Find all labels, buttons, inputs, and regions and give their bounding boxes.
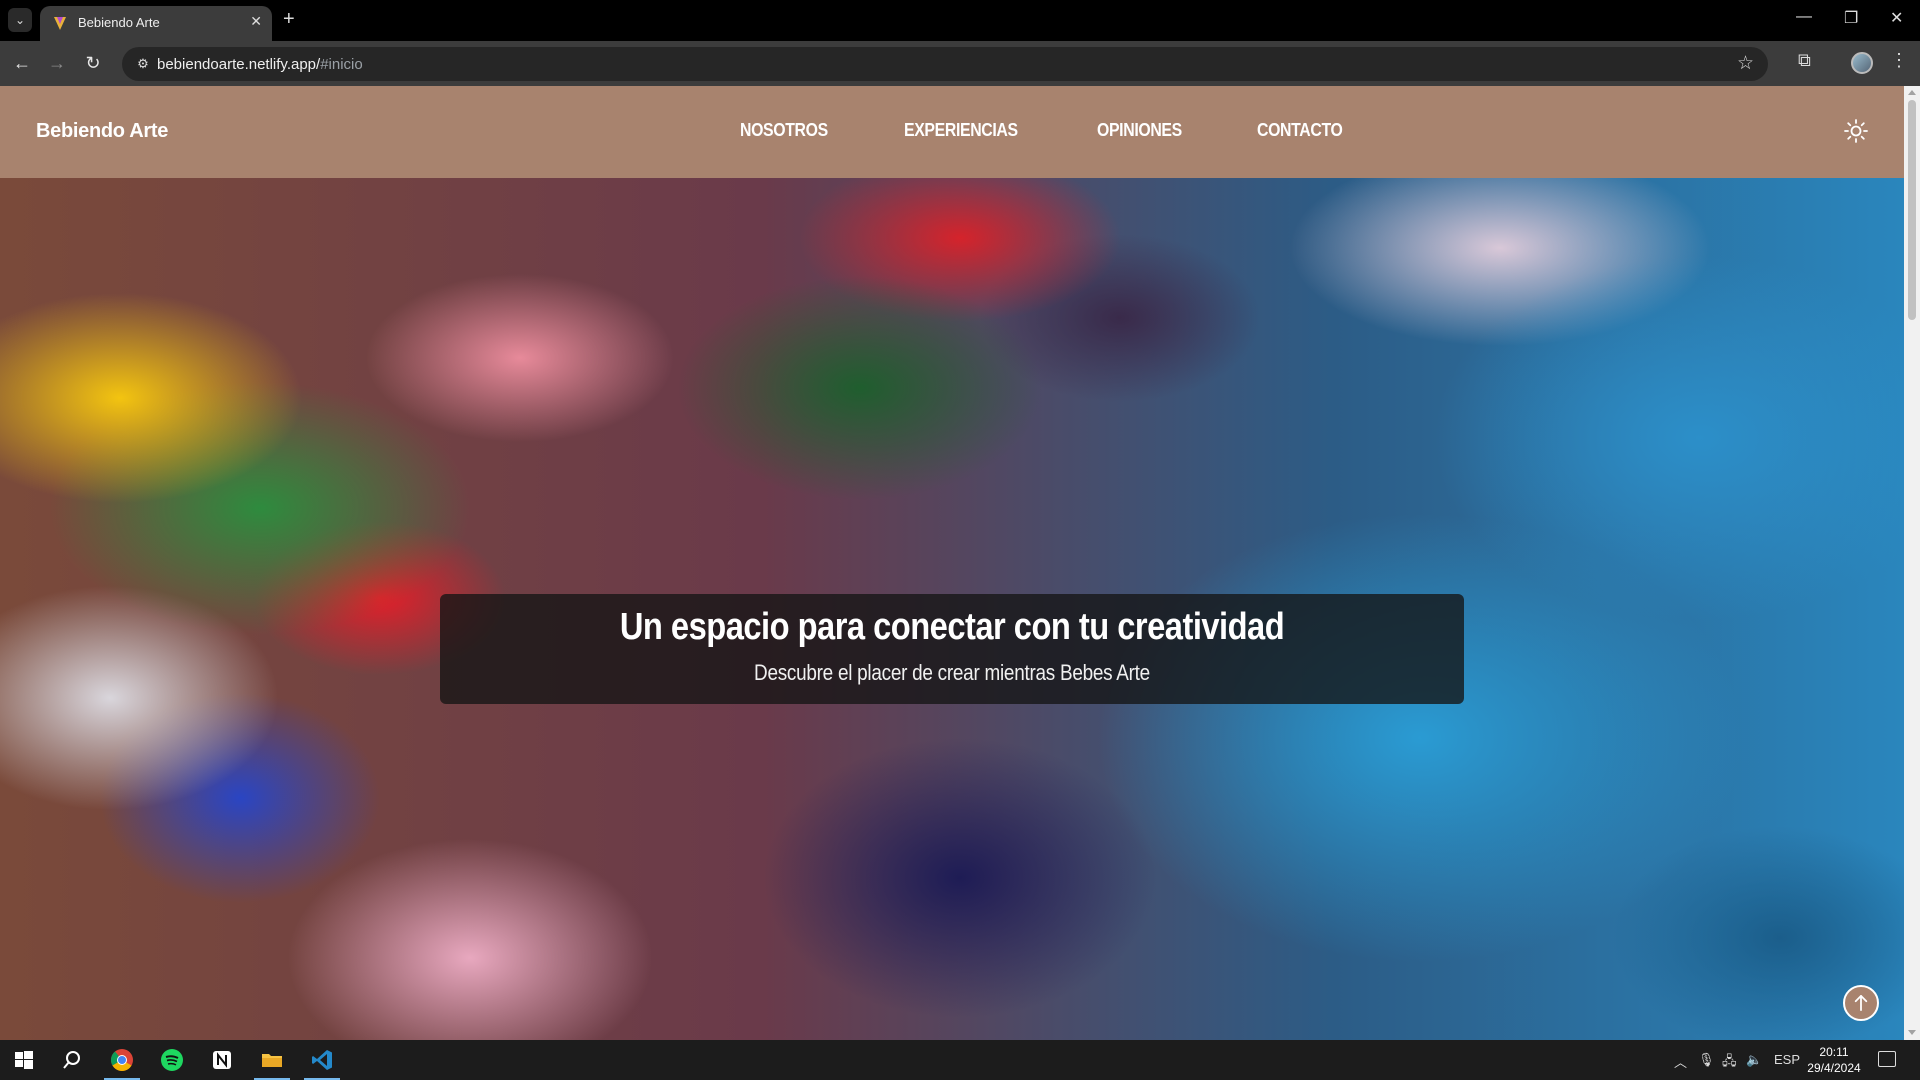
site-info-icon[interactable]: ⚙ [134,55,152,73]
start-button[interactable] [0,1040,48,1080]
url-host: bebiendoarte.netlify.app/ [157,56,321,73]
taskbar-spotify[interactable] [148,1040,196,1080]
site-favicon-icon [54,17,66,30]
hero-section: Un espacio para conectar con tu creativi… [0,178,1904,1040]
bookmark-star-icon[interactable]: ☆ [1737,52,1754,75]
theme-toggle-sun-icon[interactable] [1843,118,1869,144]
url-fragment: #inicio [320,56,363,73]
tab-title: Bebiendo Arte [78,15,160,30]
nav-contacto[interactable]: CONTACTO [1257,120,1343,141]
taskbar-clock[interactable]: 20:11 29/4/2024 [1804,1044,1864,1076]
volume-icon[interactable]: 🔈 [1746,1052,1762,1068]
page-scrollbar[interactable] [1904,86,1920,1040]
address-bar[interactable]: ⚙ bebiendoarte.netlify.app/#inicio ☆ [122,47,1768,81]
show-hidden-icons-chevron-icon[interactable]: ︿ [1674,1052,1687,1071]
forward-button[interactable]: → [45,51,69,75]
taskbar-chrome[interactable] [98,1040,146,1080]
new-tab-button[interactable]: + [283,8,295,30]
network-icon[interactable]: 🖧 [1722,1052,1737,1074]
language-indicator[interactable]: ESP [1774,1052,1800,1067]
back-to-top-arrow-icon[interactable] [1843,985,1879,1021]
notifications-icon[interactable] [1878,1051,1896,1067]
vscode-icon [312,1050,332,1070]
windows-taskbar: ︿ 🎙 🖧 🔈 ESP 20:11 29/4/2024 [0,1040,1920,1080]
folder-icon [262,1054,282,1067]
page-viewport: Bebiendo Arte NOSOTROS EXPERIENCIAS OPIN… [0,86,1904,1040]
browser-menu-icon[interactable]: ⋮ [1890,50,1908,71]
hero-caption: Un espacio para conectar con tu creativi… [440,594,1464,704]
url-text[interactable]: bebiendoarte.netlify.app/#inicio [157,56,363,73]
taskbar-search-button[interactable] [48,1040,96,1080]
scrollbar-thumb[interactable] [1908,100,1916,320]
nav-experiencias[interactable]: EXPERIENCIAS [904,120,1018,141]
windows-logo-icon [15,1051,33,1069]
hero-subtitle: Descubre el placer de crear mientras Beb… [754,660,1150,685]
scroll-up-arrow-icon[interactable] [1908,90,1916,95]
browser-toolbar: ← → ↻ ⚙ bebiendoarte.netlify.app/#inicio… [0,41,1920,86]
profile-avatar[interactable] [1851,52,1873,74]
taskbar-file-explorer[interactable] [248,1040,296,1080]
back-button[interactable]: ← [10,51,34,75]
close-window-button[interactable]: ✕ [1890,8,1903,28]
brand-logo-link[interactable]: Bebiendo Arte [36,120,168,143]
close-tab-icon[interactable]: ✕ [250,13,262,30]
clock-time: 20:11 [1819,1045,1849,1059]
taskbar-notion[interactable] [198,1040,246,1080]
restore-window-button[interactable]: ❐ [1844,8,1858,28]
clock-date: 29/4/2024 [1807,1061,1861,1075]
browser-tab-bar: ⌄ Bebiendo Arte ✕ + — ❐ ✕ [0,0,1920,41]
extensions-icon[interactable]: ⧉ [1798,50,1811,71]
nav-nosotros[interactable]: NOSOTROS [740,120,828,141]
scroll-down-arrow-icon[interactable] [1908,1030,1916,1035]
taskbar-vscode[interactable] [298,1040,346,1080]
nav-opiniones[interactable]: OPINIONES [1097,120,1182,141]
browser-tab[interactable]: Bebiendo Arte ✕ [40,6,272,41]
search-icon [63,1051,80,1069]
hero-title: Un espacio para conectar con tu creativi… [619,606,1285,648]
chrome-icon [111,1049,133,1071]
main-nav: NOSOTROS EXPERIENCIAS OPINIONES CONTACTO [740,120,1355,141]
notion-icon [213,1051,231,1069]
reload-button[interactable]: ↻ [81,51,105,75]
spotify-icon [161,1049,183,1071]
site-header: Bebiendo Arte NOSOTROS EXPERIENCIAS OPIN… [0,86,1904,178]
microphone-icon[interactable]: 🎙 [1698,1052,1715,1068]
minimize-window-button[interactable]: — [1796,8,1812,26]
tab-search-button[interactable]: ⌄ [8,8,32,32]
